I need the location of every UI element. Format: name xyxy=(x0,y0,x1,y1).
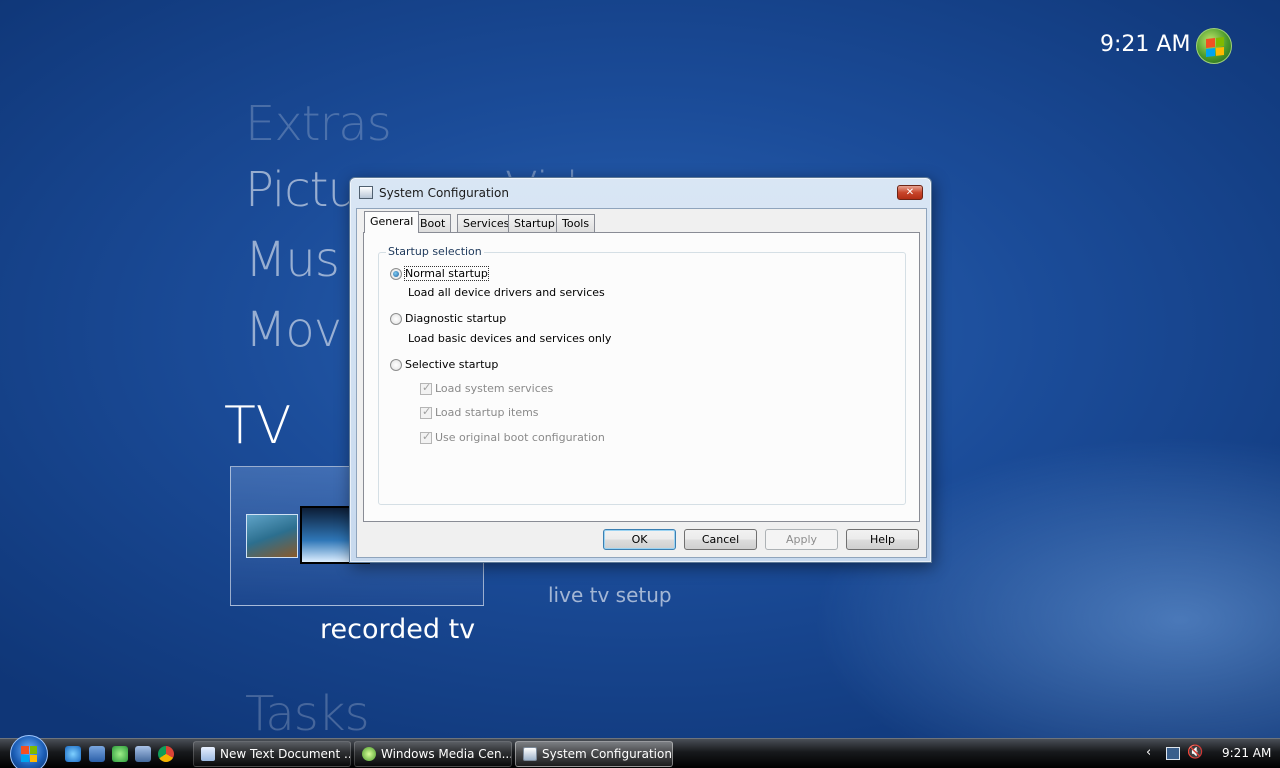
network-icon[interactable] xyxy=(1166,747,1180,760)
system-configuration-dialog: System Configuration ✕ General Boot Serv… xyxy=(349,177,932,563)
group-title: Startup selection xyxy=(386,245,484,258)
recorded-tv-label[interactable]: recorded tv xyxy=(320,614,475,645)
use-original-boot-configuration-label: Use original boot configuration xyxy=(435,431,605,444)
taskbar-item-label: Windows Media Cen... xyxy=(381,747,512,761)
close-button[interactable]: ✕ xyxy=(897,185,923,200)
help-button[interactable]: Help xyxy=(846,529,919,550)
taskbar-item-label: New Text Document ... xyxy=(220,747,351,761)
volume-muted-icon[interactable]: 🔇 xyxy=(1187,745,1203,760)
diagnostic-startup-radio[interactable] xyxy=(390,313,402,325)
diagnostic-startup-label[interactable]: Diagnostic startup xyxy=(405,312,506,325)
recorded-tv-thumbnail xyxy=(246,514,298,558)
menu-music[interactable]: Mus xyxy=(245,232,340,288)
taskbar-item-system-configuration[interactable]: System Configuration xyxy=(515,741,673,767)
tab-boot[interactable]: Boot xyxy=(414,214,452,233)
load-system-services-label: Load system services xyxy=(435,382,554,395)
menu-tv[interactable]: TV xyxy=(224,396,291,456)
live-tv-setup-label[interactable]: live tv setup xyxy=(548,583,672,607)
start-button[interactable] xyxy=(10,735,48,768)
taskbar-item-media-center[interactable]: Windows Media Cen... xyxy=(354,741,512,767)
internet-explorer-icon[interactable] xyxy=(65,746,81,762)
messenger-icon[interactable] xyxy=(112,746,128,762)
menu-pictures[interactable]: Pictu xyxy=(245,162,358,218)
chrome-icon[interactable] xyxy=(158,746,174,762)
switch-windows-icon[interactable] xyxy=(135,746,151,762)
dialog-client-area: General Boot Services Startup Tools Star… xyxy=(356,208,927,558)
dialog-title: System Configuration xyxy=(379,186,509,200)
load-system-services-checkbox[interactable] xyxy=(420,381,432,395)
media-center-icon xyxy=(362,747,376,761)
taskbar: New Text Document ... Windows Media Cen.… xyxy=(0,735,1280,768)
tray-clock[interactable]: 9:21 AM xyxy=(1222,746,1271,760)
load-startup-items-checkbox[interactable] xyxy=(420,405,432,419)
selective-startup-label[interactable]: Selective startup xyxy=(405,358,498,371)
notepad-icon xyxy=(201,747,215,761)
general-tab-panel: Startup selection Normal startup Load al… xyxy=(363,232,920,522)
normal-startup-description: Load all device drivers and services xyxy=(408,286,605,299)
load-startup-items-label: Load startup items xyxy=(435,406,539,419)
system-configuration-icon xyxy=(359,186,373,199)
taskbar-item-notepad[interactable]: New Text Document ... xyxy=(193,741,351,767)
show-hidden-icons-arrow[interactable]: ‹ xyxy=(1146,745,1151,760)
selective-startup-radio[interactable] xyxy=(390,359,402,371)
dialog-titlebar[interactable]: System Configuration ✕ xyxy=(350,178,931,208)
tab-general[interactable]: General xyxy=(364,211,420,233)
system-configuration-icon xyxy=(523,747,537,761)
windows-flag-icon xyxy=(21,746,37,762)
menu-tasks[interactable]: Tasks xyxy=(245,686,370,742)
show-desktop-icon[interactable] xyxy=(89,746,105,762)
mc-clock: 9:21 AM xyxy=(1100,32,1191,57)
use-original-boot-configuration-checkbox[interactable] xyxy=(420,430,432,444)
menu-movies[interactable]: Mov xyxy=(245,302,342,358)
tab-tools[interactable]: Tools xyxy=(556,214,596,233)
tab-startup[interactable]: Startup xyxy=(508,214,561,233)
menu-extras[interactable]: Extras xyxy=(245,96,392,152)
tab-services[interactable]: Services xyxy=(457,214,516,233)
apply-button[interactable]: Apply xyxy=(765,529,838,550)
ok-button[interactable]: OK xyxy=(603,529,676,550)
taskbar-item-label: System Configuration xyxy=(542,747,672,761)
normal-startup-radio[interactable] xyxy=(390,268,402,280)
cancel-button[interactable]: Cancel xyxy=(684,529,757,550)
windows-logo-icon[interactable] xyxy=(1196,28,1232,64)
diagnostic-startup-description: Load basic devices and services only xyxy=(408,332,612,345)
normal-startup-label[interactable]: Normal startup xyxy=(404,266,489,281)
close-icon: ✕ xyxy=(905,187,915,198)
startup-selection-group: Startup selection Normal startup Load al… xyxy=(378,245,906,505)
